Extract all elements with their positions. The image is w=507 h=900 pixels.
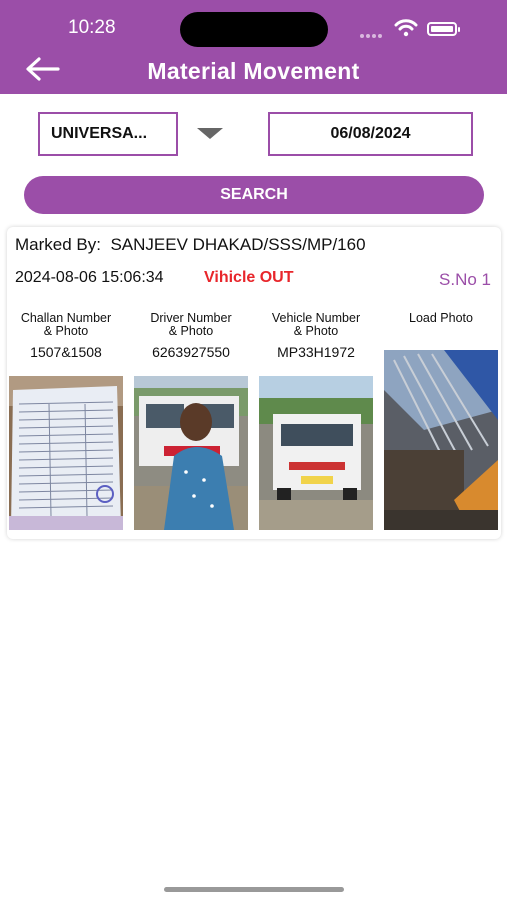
home-indicator[interactable] (164, 887, 344, 892)
driver-header: Driver Number & Photo (132, 312, 250, 340)
date-value: 06/08/2024 (330, 125, 411, 142)
status-badge: Vihicle OUT (204, 269, 294, 286)
app-header: 10:28 Material Movement (0, 0, 507, 94)
movement-record-card: Marked By: SANJEEV DHAKAD/SSS/MP/160 202… (7, 227, 501, 539)
camera-notch (180, 12, 328, 47)
load-header-line1: Load Photo (409, 311, 473, 325)
vehicle-photo[interactable] (259, 376, 373, 530)
cellular-signal-icon (360, 25, 384, 43)
challan-number: 1507&1508 (30, 344, 102, 360)
wifi-icon (394, 19, 418, 37)
load-photo[interactable] (384, 350, 498, 530)
vehicle-header-line2: & Photo (293, 324, 339, 338)
vehicle-number: MP33H1972 (277, 344, 355, 360)
search-button[interactable]: SEARCH (24, 176, 484, 214)
driver-header-line2: & Photo (168, 324, 214, 338)
driver-photo[interactable] (134, 376, 248, 530)
challan-column: Challan Number & Photo 1507&1508 (7, 312, 125, 364)
battery-icon (427, 22, 460, 36)
vehicle-column: Vehicle Number & Photo MP33H1972 (257, 312, 375, 364)
challan-header-line2: & Photo (43, 324, 89, 338)
driver-column: Driver Number & Photo 6263927550 (132, 312, 250, 364)
vehicle-header: Vehicle Number & Photo (257, 312, 375, 340)
page-title: Material Movement (147, 58, 360, 84)
marked-by-label: Marked By: (15, 235, 101, 254)
date-picker[interactable]: 06/08/2024 (268, 112, 473, 156)
challan-photo[interactable] (9, 376, 123, 530)
chevron-down-icon[interactable] (197, 128, 223, 139)
site-select[interactable]: UNIVERSA... (38, 112, 178, 156)
search-button-label: SEARCH (220, 186, 288, 203)
status-time: 10:28 (68, 17, 116, 38)
serial-number: S.No 1 (439, 270, 491, 289)
marked-by: Marked By: SANJEEV DHAKAD/SSS/MP/160 (15, 235, 366, 255)
record-datetime: 2024-08-06 15:06:34 (15, 269, 164, 286)
load-column: Load Photo (382, 312, 500, 340)
load-header: Load Photo (382, 312, 500, 340)
site-select-value: UNIVERSA... (51, 125, 148, 142)
marked-by-value: SANJEEV DHAKAD/SSS/MP/160 (110, 235, 366, 254)
driver-number: 6263927550 (152, 344, 230, 360)
challan-header: Challan Number & Photo (7, 312, 125, 340)
